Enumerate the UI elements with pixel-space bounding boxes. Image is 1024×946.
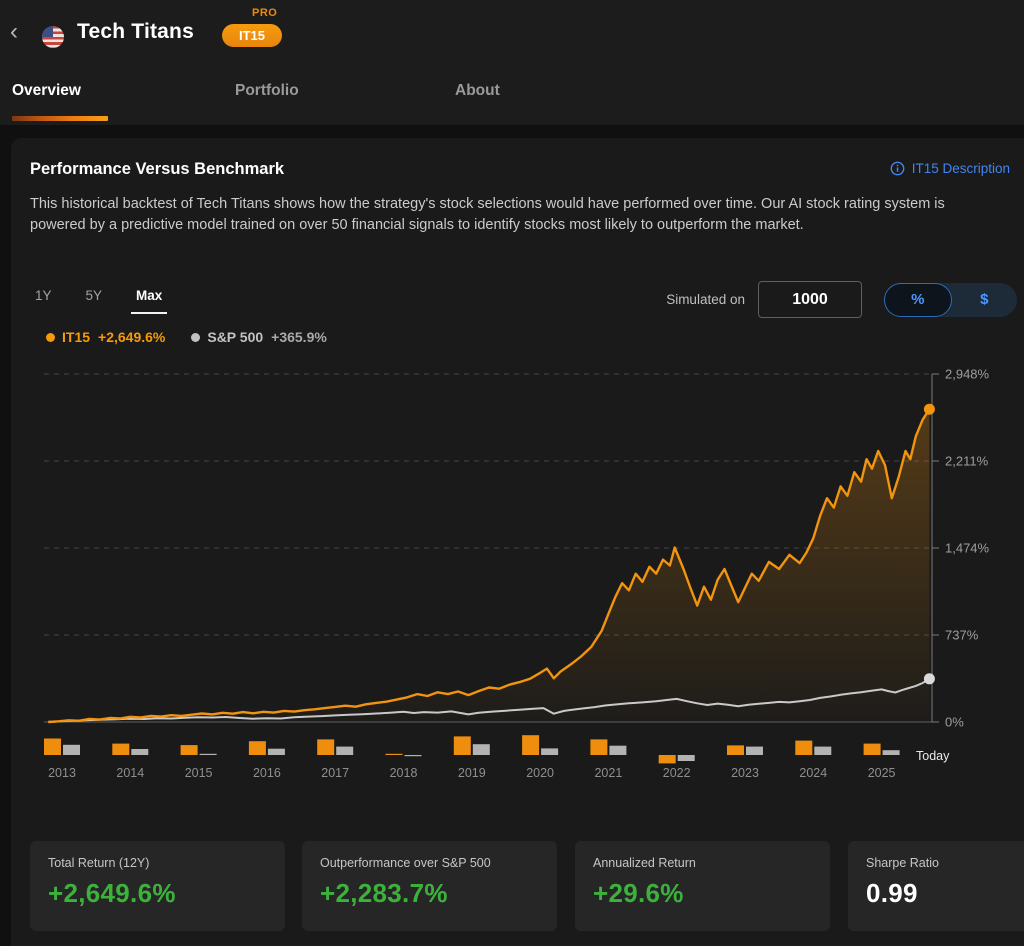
sp500-year-bar[interactable]	[473, 744, 490, 755]
sp500-year-bar[interactable]	[883, 750, 900, 755]
it15-year-bar[interactable]	[249, 741, 266, 755]
y-axis-label: 2,211%	[945, 454, 989, 469]
unit-toggle-percent[interactable]: %	[884, 283, 952, 317]
sp500-year-bar[interactable]	[609, 746, 626, 755]
unit-toggle: % $	[884, 283, 1017, 317]
it15-year-bar[interactable]	[317, 739, 334, 755]
it15-area-fill	[48, 409, 929, 722]
legend-item-it15[interactable]: IT15 +2,649.6%	[46, 329, 165, 345]
simulated-on-input[interactable]	[758, 281, 862, 318]
it15-year-bar[interactable]	[386, 754, 403, 755]
sp500-year-bar[interactable]	[336, 747, 353, 755]
sp500-year-bar[interactable]	[746, 747, 763, 755]
range-1y[interactable]: 1Y	[30, 288, 57, 314]
it15-year-bar[interactable]	[454, 736, 471, 755]
y-axis-label: 0%	[945, 715, 964, 730]
it15-year-bar[interactable]	[659, 755, 676, 763]
it15-year-bar[interactable]	[864, 744, 881, 755]
sp500-year-bar[interactable]	[63, 745, 80, 755]
strategy-description-link[interactable]: IT15 Description	[890, 161, 1010, 176]
stat-value: +2,283.7%	[320, 878, 539, 909]
legend-sp500-value: +365.9%	[271, 329, 327, 345]
range-5y[interactable]: 5Y	[81, 288, 108, 314]
performance-chart-svg: 0% 737% 1,474% 2,211% 2,948% 2013 2014 2015 2016…	[30, 366, 994, 796]
simulation-controls: Simulated on % $	[666, 281, 1017, 318]
back-button[interactable]: ‹	[10, 20, 18, 44]
performance-chart[interactable]: 0% 737% 1,474% 2,211% 2,948% 2013 2014 2015 2016…	[30, 366, 994, 796]
active-tab-underline	[12, 116, 108, 121]
sp500-year-bar[interactable]	[200, 754, 217, 755]
x-axis-year-label: 2020	[526, 766, 554, 780]
it15-year-bar[interactable]	[181, 745, 198, 755]
x-axis-year-label: 2023	[731, 766, 759, 780]
stat-label: Total Return (12Y)	[48, 856, 267, 870]
info-icon	[890, 161, 905, 176]
stat-value: +29.6%	[593, 878, 812, 909]
it15-end-dot	[924, 404, 935, 415]
it15-year-bar[interactable]	[590, 739, 607, 755]
sp500-year-bar[interactable]	[541, 748, 558, 755]
panel-title: Performance Versus Benchmark	[30, 160, 284, 179]
x-axis-year-label: 2025	[868, 766, 896, 780]
it15-legend-dot	[46, 333, 55, 342]
it15-year-bar[interactable]	[112, 744, 129, 755]
x-axis-year-label: 2017	[321, 766, 349, 780]
it15-year-bar[interactable]	[522, 735, 539, 755]
stat-label: Outperformance over S&P 500	[320, 856, 539, 870]
y-axis-label: 737%	[945, 628, 979, 643]
performance-panel: Performance Versus Benchmark IT15 Descri…	[11, 138, 1024, 946]
us-flag-icon	[42, 26, 64, 48]
x-axis-year-label: 2015	[185, 766, 213, 780]
chart-legend: IT15 +2,649.6% S&P 500 +365.9%	[46, 329, 327, 345]
stat-value: 0.99	[866, 878, 1024, 909]
stat-card-sharpe-ratio: Sharpe Ratio 0.99	[848, 841, 1024, 931]
tab-overview[interactable]: Overview	[12, 82, 81, 100]
stat-label: Annualized Return	[593, 856, 812, 870]
tab-about[interactable]: About	[455, 82, 500, 100]
sp500-year-bar[interactable]	[678, 755, 695, 761]
sp500-legend-dot	[191, 333, 200, 342]
unit-toggle-dollar[interactable]: $	[952, 283, 1018, 317]
stat-card-outperformance: Outperformance over S&P 500 +2,283.7%	[302, 841, 557, 931]
y-axis-label: 2,948%	[945, 367, 990, 382]
sp500-year-bar[interactable]	[268, 749, 285, 755]
x-axis-year-label: 2016	[253, 766, 281, 780]
description-link-label: IT15 Description	[912, 161, 1010, 176]
strategy-description-text: This historical backtest of Tech Titans …	[30, 194, 988, 235]
strategy-title: Tech Titans	[77, 20, 194, 44]
x-axis-year-label: 2022	[663, 766, 691, 780]
stat-card-total-return: Total Return (12Y) +2,649.6%	[30, 841, 285, 931]
x-axis-year-label: 2024	[799, 766, 827, 780]
simulated-on-label: Simulated on	[666, 292, 745, 307]
pro-tag: PRO	[252, 7, 277, 19]
x-axis-year-label: 2014	[116, 766, 144, 780]
tab-portfolio[interactable]: Portfolio	[235, 82, 299, 100]
sp500-year-bar[interactable]	[405, 755, 422, 756]
legend-item-sp500[interactable]: S&P 500 +365.9%	[191, 329, 326, 345]
range-max[interactable]: Max	[131, 288, 167, 314]
legend-it15-value: +2,649.6%	[98, 329, 165, 345]
legend-sp500-name: S&P 500	[207, 329, 263, 345]
sp500-year-bar[interactable]	[131, 749, 148, 755]
x-axis-year-label: 2021	[594, 766, 622, 780]
time-range-selector: 1Y 5Y Max	[30, 288, 167, 314]
sp500-end-dot	[924, 673, 935, 684]
stat-card-annualized-return: Annualized Return +29.6%	[575, 841, 830, 931]
legend-it15-name: IT15	[62, 329, 90, 345]
strategy-ticker-badge: IT15	[222, 24, 282, 47]
x-axis-year-label: 2019	[458, 766, 486, 780]
x-axis-year-label: 2018	[390, 766, 418, 780]
it15-year-bar[interactable]	[795, 741, 812, 755]
stat-value: +2,649.6%	[48, 878, 267, 909]
stat-label: Sharpe Ratio	[866, 856, 1024, 870]
x-axis-year-label: 2013	[48, 766, 76, 780]
today-label: Today	[916, 749, 950, 763]
y-axis-label: 1,474%	[945, 541, 990, 556]
it15-year-bar[interactable]	[44, 739, 61, 756]
app-header: ‹ Tech Titans IT15 PRO Overview Portfoli…	[0, 0, 1024, 125]
sp500-year-bar[interactable]	[814, 747, 831, 755]
it15-year-bar[interactable]	[727, 745, 744, 755]
